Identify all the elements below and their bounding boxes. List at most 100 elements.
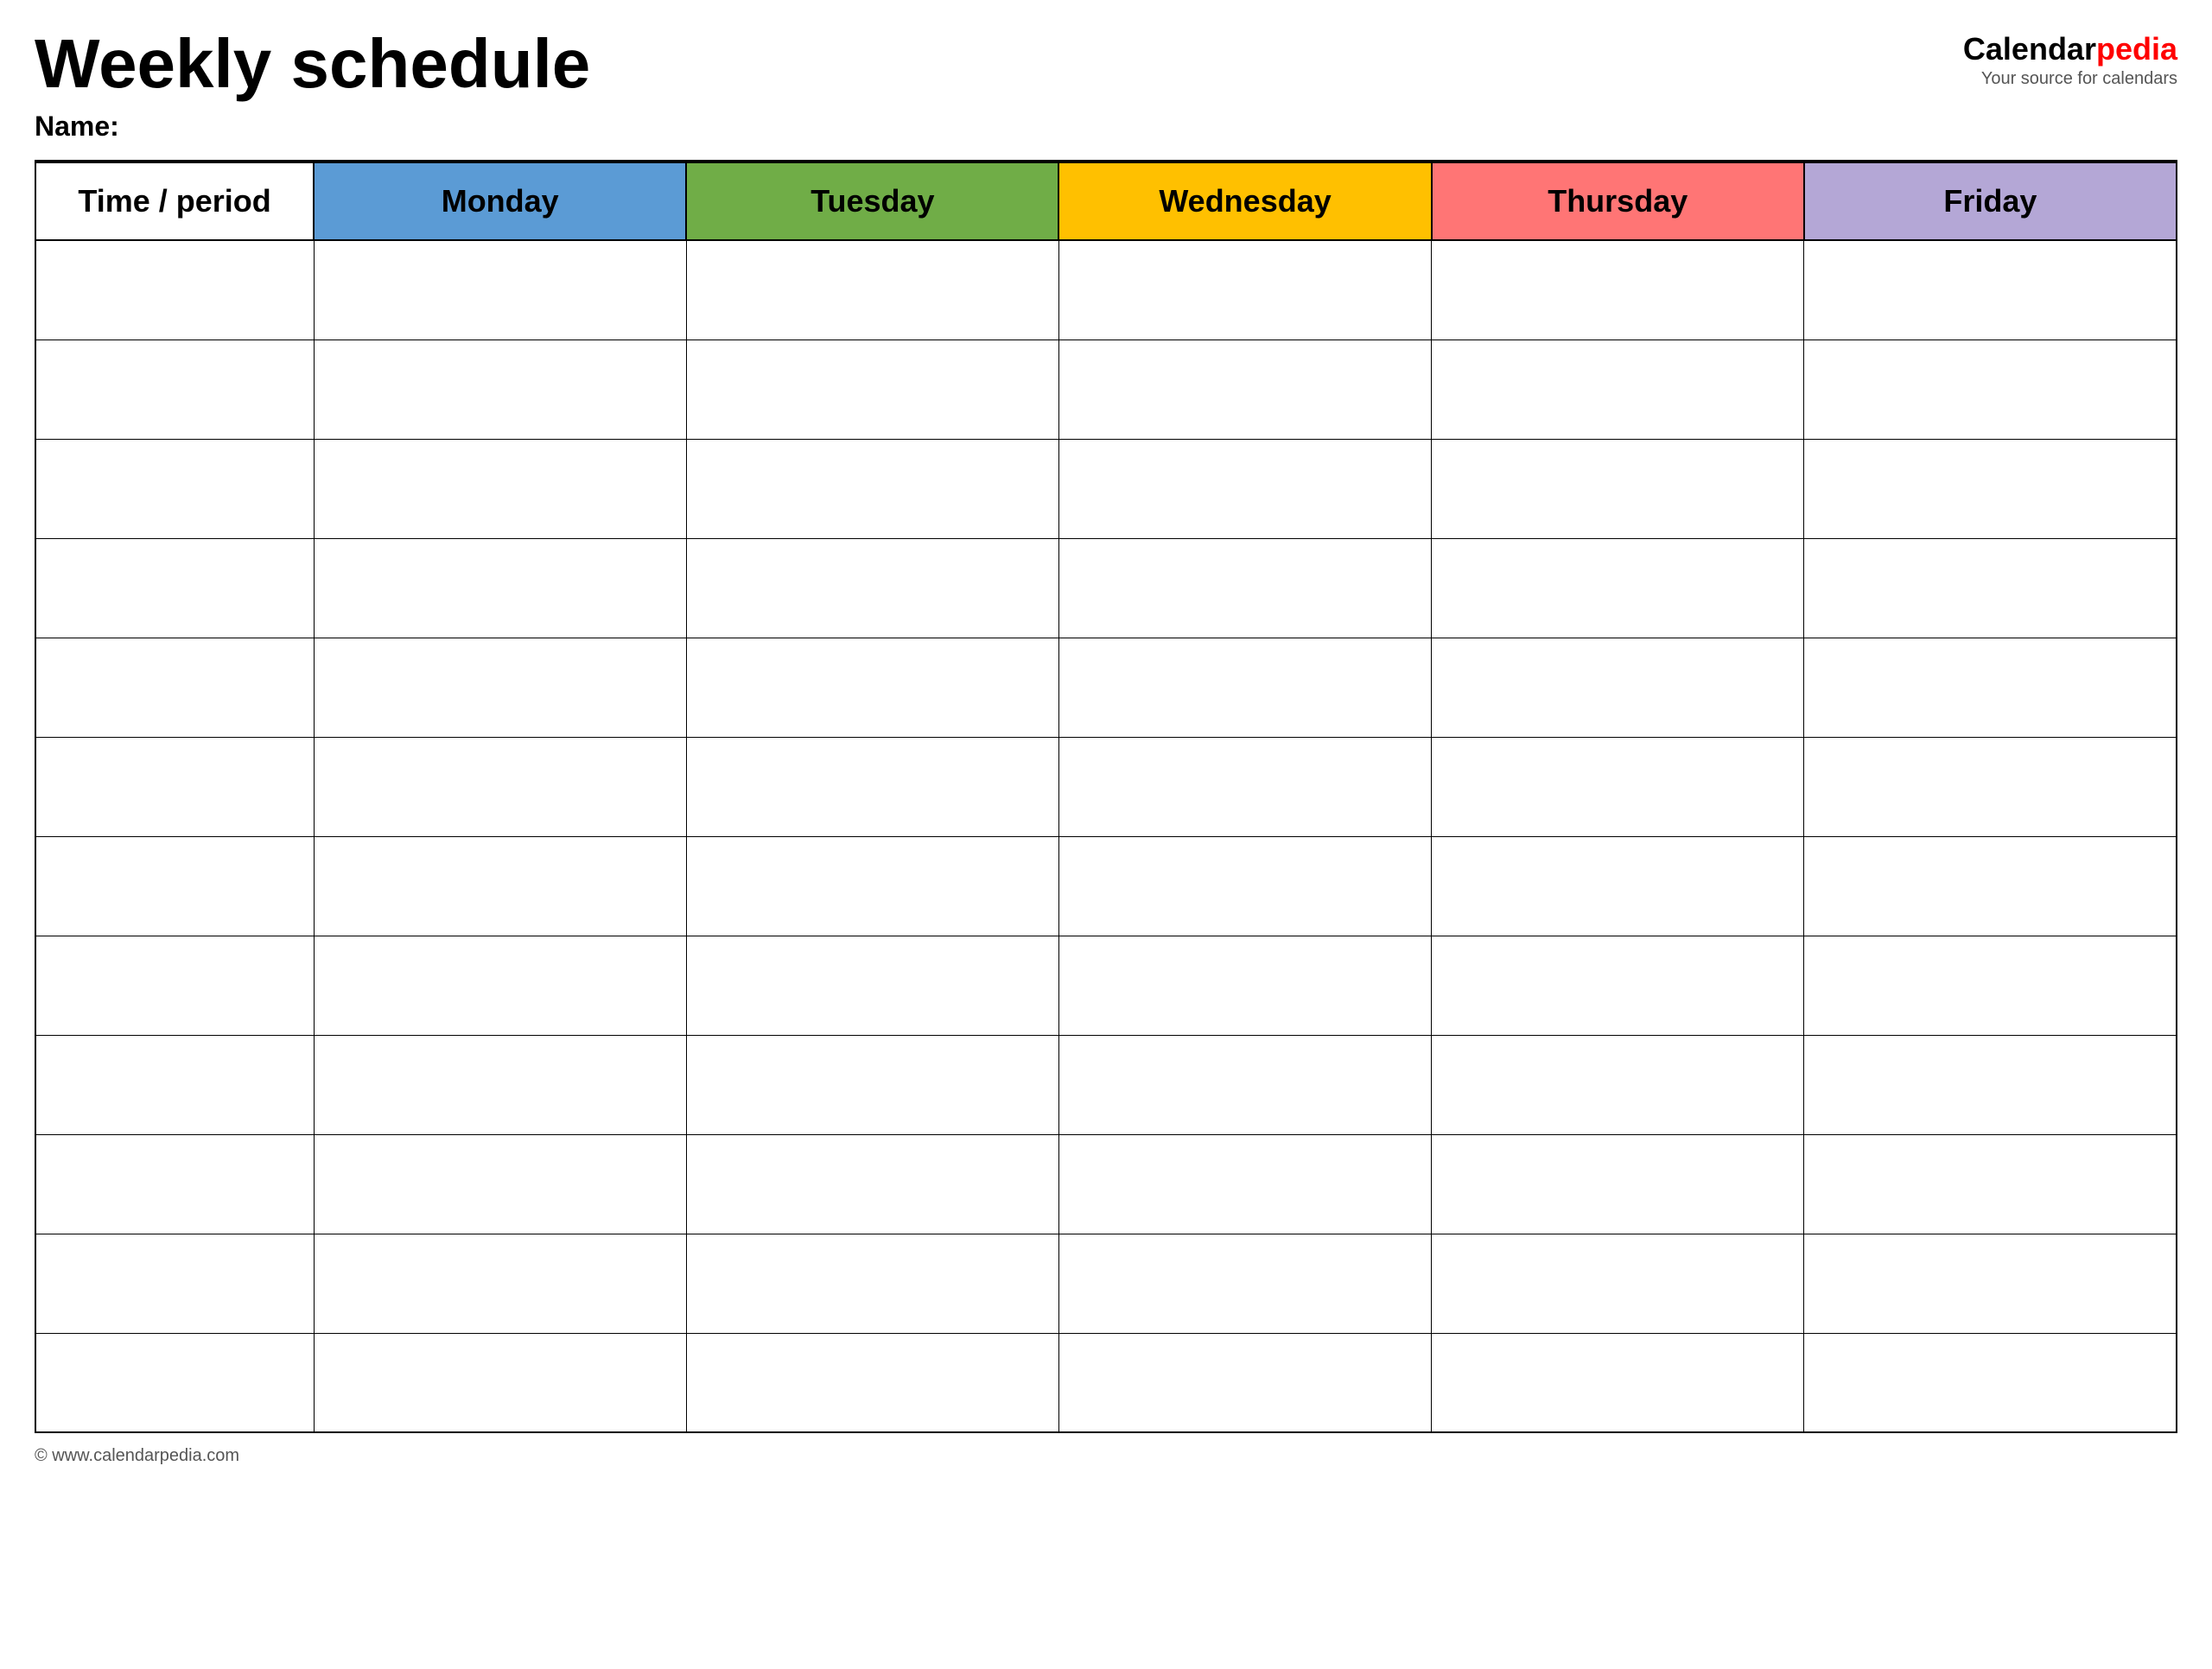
table-cell[interactable] xyxy=(1804,439,2177,538)
table-cell[interactable] xyxy=(1432,1134,1804,1234)
logo-area: Calendarpedia Your source for calendars xyxy=(1963,26,2177,89)
table-row xyxy=(35,439,2177,538)
table-cell[interactable] xyxy=(35,538,314,638)
table-cell[interactable] xyxy=(1804,1035,2177,1134)
table-cell[interactable] xyxy=(314,1035,686,1134)
table-cell[interactable] xyxy=(686,1234,1058,1333)
table-cell[interactable] xyxy=(1058,638,1431,737)
table-cell[interactable] xyxy=(1432,1035,1804,1134)
table-row xyxy=(35,1035,2177,1134)
table-cell[interactable] xyxy=(686,737,1058,836)
table-cell[interactable] xyxy=(686,638,1058,737)
table-cell[interactable] xyxy=(1804,638,2177,737)
table-cell[interactable] xyxy=(314,638,686,737)
table-cell[interactable] xyxy=(35,936,314,1035)
table-cell[interactable] xyxy=(1804,737,2177,836)
col-header-monday: Monday xyxy=(314,162,686,240)
table-header: Time / period Monday Tuesday Wednesday T… xyxy=(35,162,2177,240)
table-cell[interactable] xyxy=(686,240,1058,340)
table-cell[interactable] xyxy=(1804,1333,2177,1432)
logo-calendar-part: Calendar xyxy=(1963,31,2096,67)
table-cell[interactable] xyxy=(686,1035,1058,1134)
table-cell[interactable] xyxy=(314,1134,686,1234)
logo-pedia-part: pedia xyxy=(2096,31,2177,67)
table-cell[interactable] xyxy=(1432,538,1804,638)
schedule-table: Time / period Monday Tuesday Wednesday T… xyxy=(35,162,2177,1433)
table-cell[interactable] xyxy=(1058,340,1431,439)
table-cell[interactable] xyxy=(1058,1035,1431,1134)
table-row xyxy=(35,538,2177,638)
table-cell[interactable] xyxy=(314,340,686,439)
table-cell[interactable] xyxy=(1058,836,1431,936)
title-area: Weekly schedule Name: xyxy=(35,26,1963,143)
table-cell[interactable] xyxy=(1432,936,1804,1035)
table-cell[interactable] xyxy=(1058,538,1431,638)
table-cell[interactable] xyxy=(1804,936,2177,1035)
table-cell[interactable] xyxy=(1804,836,2177,936)
table-cell[interactable] xyxy=(1804,1134,2177,1234)
table-cell[interactable] xyxy=(35,1134,314,1234)
table-row xyxy=(35,638,2177,737)
col-header-wednesday: Wednesday xyxy=(1058,162,1431,240)
table-cell[interactable] xyxy=(314,538,686,638)
table-cell[interactable] xyxy=(686,1333,1058,1432)
table-cell[interactable] xyxy=(686,538,1058,638)
table-cell[interactable] xyxy=(35,1035,314,1134)
table-row xyxy=(35,240,2177,340)
table-cell[interactable] xyxy=(314,240,686,340)
table-cell[interactable] xyxy=(35,737,314,836)
table-row xyxy=(35,936,2177,1035)
table-cell[interactable] xyxy=(314,439,686,538)
table-cell[interactable] xyxy=(686,836,1058,936)
name-label: Name: xyxy=(35,111,1963,143)
table-cell[interactable] xyxy=(1432,1333,1804,1432)
table-cell[interactable] xyxy=(1058,936,1431,1035)
table-cell[interactable] xyxy=(35,439,314,538)
table-cell[interactable] xyxy=(686,439,1058,538)
table-cell[interactable] xyxy=(686,340,1058,439)
table-cell[interactable] xyxy=(1432,836,1804,936)
table-cell[interactable] xyxy=(35,836,314,936)
table-cell[interactable] xyxy=(1804,340,2177,439)
table-cell[interactable] xyxy=(1058,1333,1431,1432)
table-cell[interactable] xyxy=(686,1134,1058,1234)
table-cell[interactable] xyxy=(1058,737,1431,836)
table-cell[interactable] xyxy=(314,1333,686,1432)
table-cell[interactable] xyxy=(35,1333,314,1432)
table-row xyxy=(35,340,2177,439)
table-row xyxy=(35,1333,2177,1432)
table-cell[interactable] xyxy=(1058,1134,1431,1234)
table-cell[interactable] xyxy=(686,936,1058,1035)
header-row: Time / period Monday Tuesday Wednesday T… xyxy=(35,162,2177,240)
table-cell[interactable] xyxy=(35,638,314,737)
table-body xyxy=(35,240,2177,1432)
table-row xyxy=(35,836,2177,936)
col-header-friday: Friday xyxy=(1804,162,2177,240)
col-header-time: Time / period xyxy=(35,162,314,240)
table-cell[interactable] xyxy=(1432,638,1804,737)
table-row xyxy=(35,1234,2177,1333)
table-cell[interactable] xyxy=(1804,1234,2177,1333)
table-cell[interactable] xyxy=(35,340,314,439)
table-cell[interactable] xyxy=(1432,240,1804,340)
table-cell[interactable] xyxy=(1058,439,1431,538)
table-cell[interactable] xyxy=(1058,240,1431,340)
table-cell[interactable] xyxy=(314,1234,686,1333)
table-cell[interactable] xyxy=(1058,1234,1431,1333)
col-header-tuesday: Tuesday xyxy=(686,162,1058,240)
footer-url: © www.calendarpedia.com xyxy=(35,1446,239,1465)
col-header-thursday: Thursday xyxy=(1432,162,1804,240)
table-cell[interactable] xyxy=(314,737,686,836)
table-cell[interactable] xyxy=(1432,439,1804,538)
table-cell[interactable] xyxy=(35,1234,314,1333)
table-cell[interactable] xyxy=(1432,1234,1804,1333)
logo-tagline: Your source for calendars xyxy=(1963,69,2177,89)
table-cell[interactable] xyxy=(314,836,686,936)
logo-text: Calendarpedia xyxy=(1963,30,2177,67)
table-cell[interactable] xyxy=(1432,340,1804,439)
table-cell[interactable] xyxy=(1804,240,2177,340)
table-cell[interactable] xyxy=(1432,737,1804,836)
table-cell[interactable] xyxy=(35,240,314,340)
table-cell[interactable] xyxy=(314,936,686,1035)
table-cell[interactable] xyxy=(1804,538,2177,638)
